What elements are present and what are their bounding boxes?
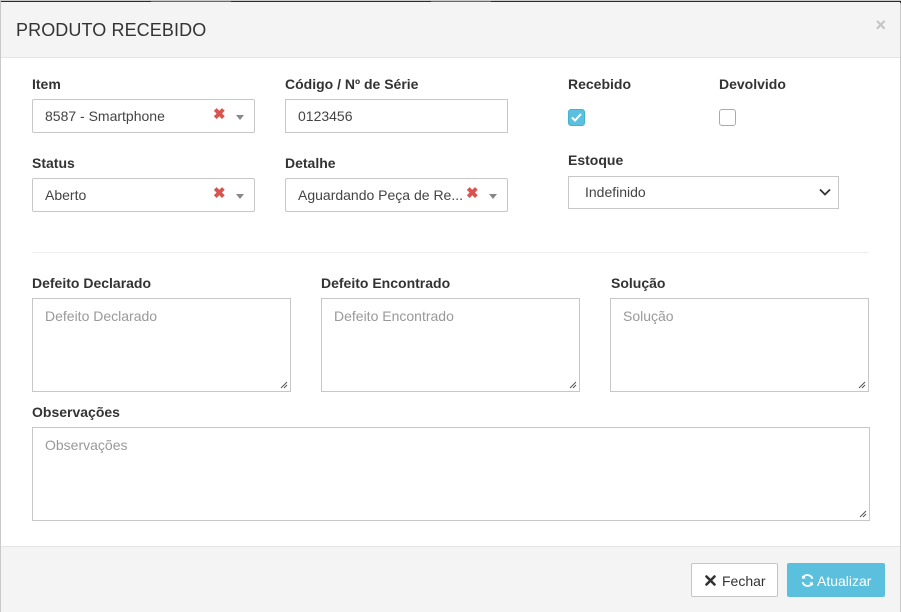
codigo-label: Código / Nº de Série bbox=[285, 76, 419, 92]
observacoes-label: Observações bbox=[32, 404, 120, 420]
solucao-textarea[interactable]: Solução bbox=[610, 298, 869, 392]
detalhe-clear-icon[interactable]: ✖ bbox=[466, 184, 479, 202]
detalhe-value: Aguardando Peça de Re... bbox=[298, 187, 464, 203]
chevron-down-icon bbox=[819, 188, 831, 196]
item-dropdown-arrow-icon[interactable] bbox=[236, 115, 244, 120]
item-select[interactable]: 8587 - Smartphone ✖ bbox=[32, 99, 255, 133]
estoque-select[interactable]: Indefinido bbox=[568, 176, 839, 209]
status-label: Status bbox=[32, 155, 75, 171]
devolvido-checkbox[interactable] bbox=[719, 109, 736, 126]
resize-grip-icon[interactable] bbox=[568, 380, 577, 389]
status-value: Aberto bbox=[45, 187, 87, 203]
status-dropdown-arrow-icon[interactable] bbox=[236, 194, 244, 199]
modal-footer: Fechar Atualizar bbox=[1, 546, 900, 612]
observacoes-textarea[interactable]: Observações bbox=[32, 427, 870, 521]
modal-header: PRODUTO RECEBIDO × bbox=[1, 2, 900, 58]
item-label: Item bbox=[32, 76, 61, 92]
detalhe-select[interactable]: Aguardando Peça de Re... ✖ bbox=[285, 178, 508, 212]
close-icon[interactable]: × bbox=[875, 16, 886, 34]
detalhe-dropdown-arrow-icon[interactable] bbox=[489, 194, 497, 199]
section-divider bbox=[32, 252, 869, 253]
codigo-input[interactable]: 0123456 bbox=[285, 99, 508, 133]
status-clear-icon[interactable]: ✖ bbox=[213, 184, 226, 202]
recebido-checkbox[interactable] bbox=[568, 109, 585, 126]
codigo-value: 0123456 bbox=[298, 108, 353, 124]
recebido-label: Recebido bbox=[568, 76, 632, 92]
atualizar-label: Atualizar bbox=[817, 573, 872, 589]
solucao-label: Solução bbox=[611, 275, 666, 291]
status-select[interactable]: Aberto ✖ bbox=[32, 178, 255, 212]
times-icon bbox=[705, 575, 716, 586]
defeito-declarado-label: Defeito Declarado bbox=[32, 275, 152, 291]
estoque-value: Indefinido bbox=[585, 184, 646, 200]
resize-grip-icon[interactable] bbox=[857, 380, 866, 389]
item-value: 8587 - Smartphone bbox=[45, 108, 165, 124]
fechar-label: Fechar bbox=[722, 573, 766, 589]
defeito-encontrado-textarea[interactable]: Defeito Encontrado bbox=[321, 298, 580, 392]
refresh-icon bbox=[801, 574, 814, 587]
devolvido-label: Devolvido bbox=[719, 76, 786, 92]
fechar-button[interactable]: Fechar bbox=[691, 563, 778, 597]
check-icon bbox=[571, 113, 582, 122]
defeito-encontrado-label: Defeito Encontrado bbox=[321, 275, 451, 291]
atualizar-button[interactable]: Atualizar bbox=[787, 563, 885, 597]
detalhe-label: Detalhe bbox=[285, 155, 336, 171]
modal-title: PRODUTO RECEBIDO bbox=[16, 20, 207, 40]
item-clear-icon[interactable]: ✖ bbox=[213, 105, 226, 123]
resize-grip-icon[interactable] bbox=[858, 509, 867, 518]
defeito-declarado-placeholder: Defeito Declarado bbox=[45, 308, 158, 324]
solucao-placeholder: Solução bbox=[623, 308, 674, 324]
defeito-encontrado-placeholder: Defeito Encontrado bbox=[334, 308, 454, 324]
resize-grip-icon[interactable] bbox=[279, 380, 288, 389]
produto-recebido-modal: PRODUTO RECEBIDO × Item 8587 - Smartphon… bbox=[0, 0, 901, 612]
observacoes-placeholder: Observações bbox=[45, 437, 128, 453]
estoque-label: Estoque bbox=[568, 152, 624, 168]
defeito-declarado-textarea[interactable]: Defeito Declarado bbox=[32, 298, 291, 392]
